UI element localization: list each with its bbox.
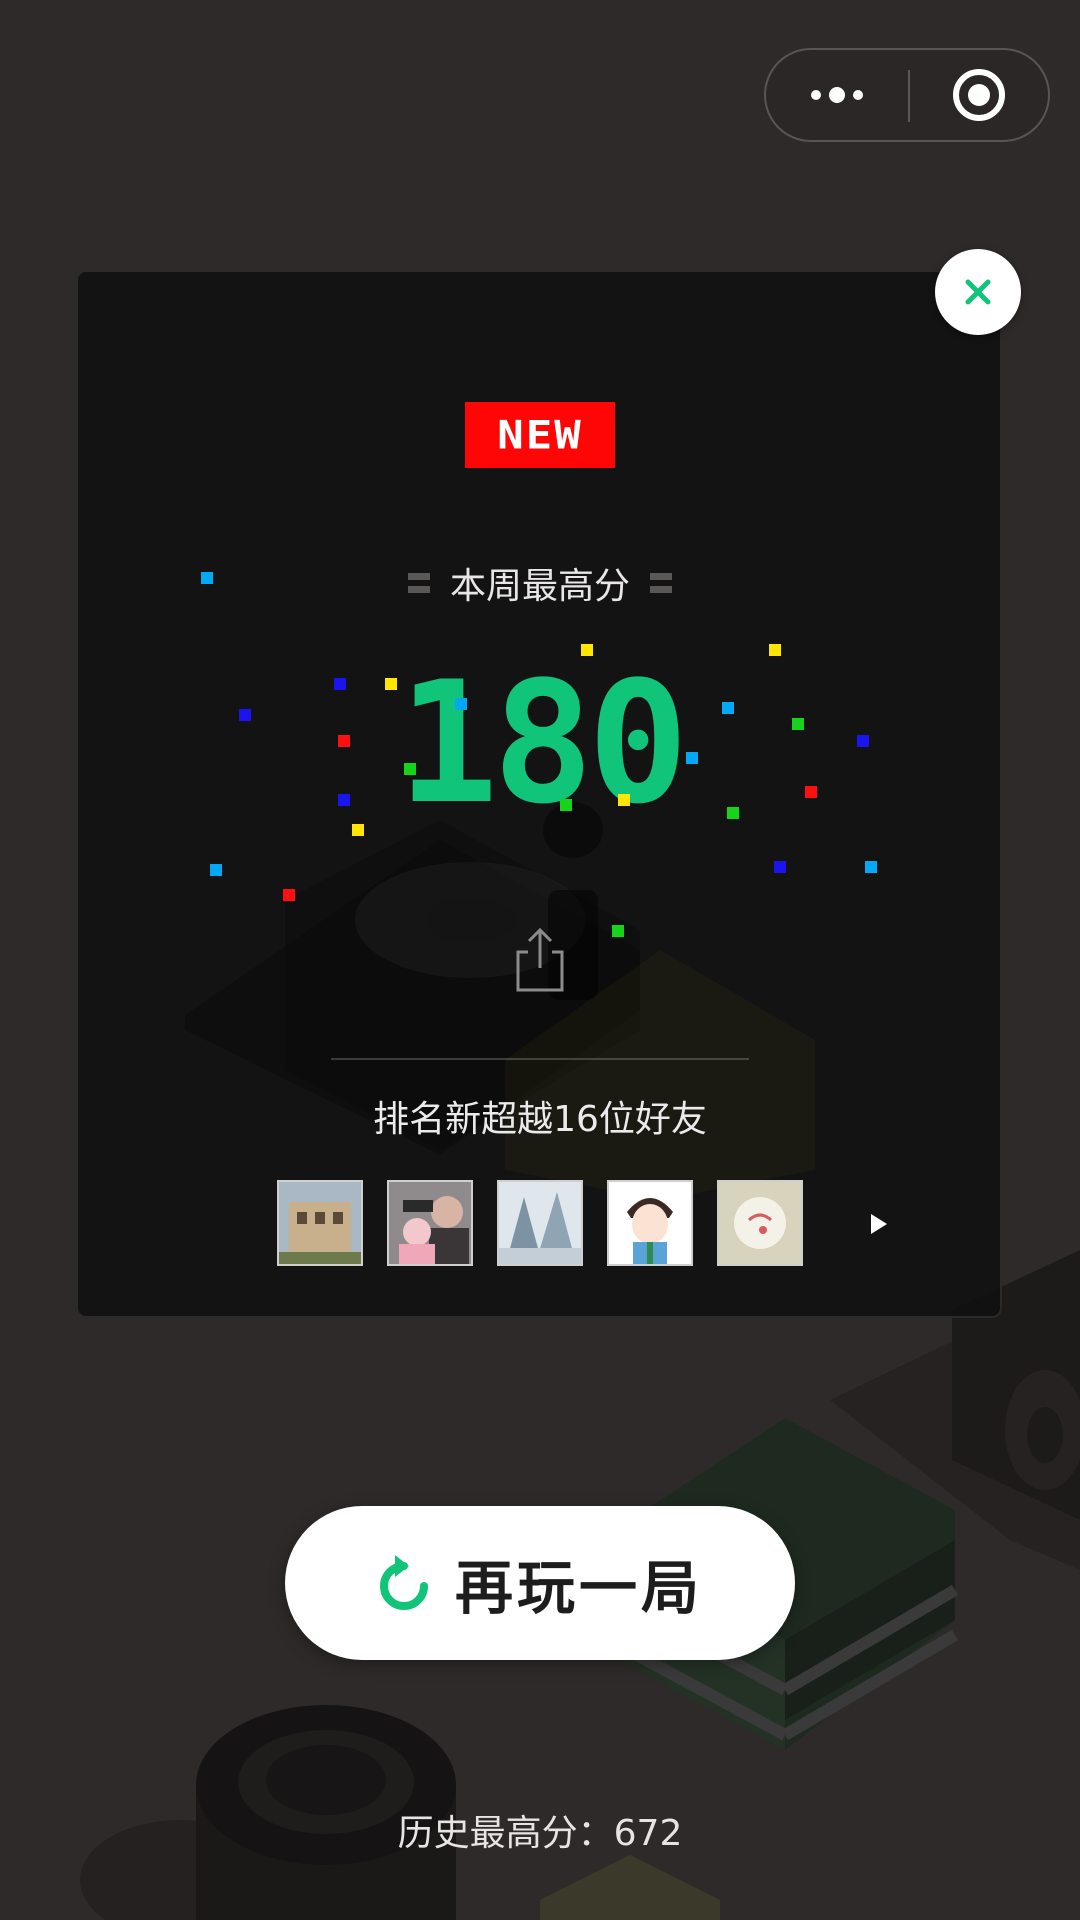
friend-avatar-1[interactable] <box>277 1180 363 1266</box>
close-button[interactable] <box>935 249 1021 335</box>
panel-divider <box>331 1058 749 1060</box>
exit-button[interactable] <box>910 50 1048 140</box>
friend-avatar-2[interactable] <box>387 1180 473 1266</box>
share-button[interactable] <box>510 924 570 994</box>
friends-next-button[interactable] <box>867 1212 891 1236</box>
weekly-best-label: 本周最高分 <box>449 566 630 607</box>
share-icon <box>516 927 564 992</box>
replay-icon <box>380 1555 428 1610</box>
replay-button[interactable]: 再玩一局 <box>285 1506 795 1660</box>
left-dash-icon <box>407 573 430 593</box>
weekly-score: 180 <box>397 645 688 841</box>
surpassed-friends-list <box>277 1180 907 1266</box>
new-badge-text: NEW <box>497 412 583 458</box>
friend-avatar-4[interactable] <box>607 1180 693 1266</box>
mini-program-capsule <box>764 48 1050 142</box>
play-arrow-icon <box>871 1214 887 1234</box>
rank-surpass-text: 排名新超越16位好友 <box>373 1099 707 1140</box>
more-button[interactable] <box>766 50 908 140</box>
more-dots-icon <box>811 87 863 103</box>
friend-avatar-3[interactable] <box>497 1180 583 1266</box>
history-best-score: 历史最高分：672 <box>397 1813 683 1854</box>
weekly-best-title: 本周最高分 <box>390 555 690 611</box>
replay-label: 再玩一局 <box>454 1554 703 1622</box>
friend-avatar-5[interactable] <box>717 1180 803 1266</box>
right-dash-icon <box>650 573 672 593</box>
target-icon <box>953 69 1005 121</box>
close-icon <box>965 279 991 305</box>
new-record-badge: NEW <box>465 402 615 468</box>
